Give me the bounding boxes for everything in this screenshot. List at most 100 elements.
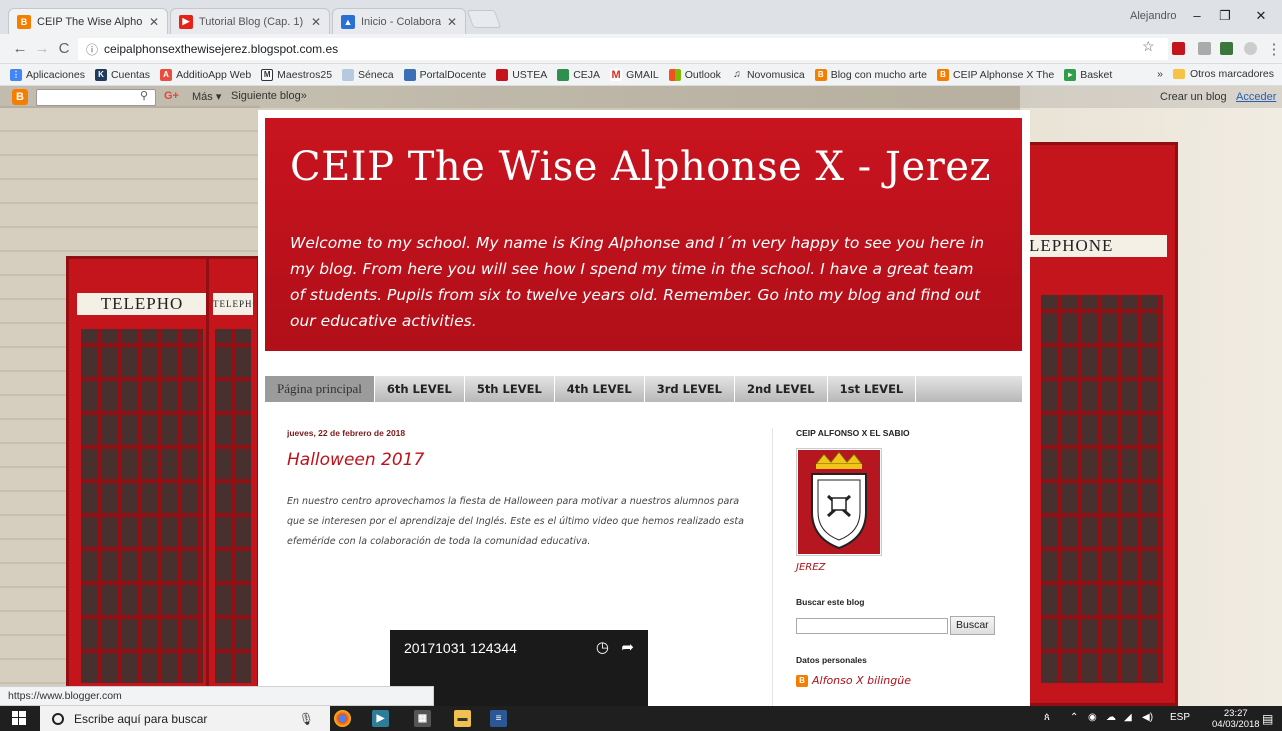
blogger-search-input[interactable]: [36, 89, 156, 106]
extension-icon[interactable]: [1244, 42, 1257, 55]
bookmark-ustea[interactable]: USTEA: [496, 68, 547, 81]
tab-3rd-level[interactable]: 3rd LEVEL: [645, 376, 735, 402]
profile-name[interactable]: Alejandro: [1130, 10, 1176, 22]
post-title[interactable]: Halloween 2017: [287, 450, 747, 470]
blog-search-form: Buscar: [796, 616, 1006, 635]
tab-colabora[interactable]: ▲ Inicio - Colabora ✕: [332, 8, 466, 34]
menu-icon[interactable]: ⋮: [1264, 40, 1282, 58]
profile-link[interactable]: B Alfonso X bilingüe: [796, 674, 1006, 687]
bookmark-novomusica[interactable]: ♫ Novomusica: [730, 68, 805, 81]
bookmark-icon: M: [261, 68, 274, 81]
search-widget-heading: Buscar este blog: [796, 597, 865, 607]
reload-icon[interactable]: C: [54, 40, 74, 57]
chrome-icon[interactable]: [334, 710, 351, 727]
bookmarks-overflow: » Otros marcadores: [1157, 68, 1274, 80]
pages-tabs: Página principal 6th LEVEL 5th LEVEL 4th…: [265, 376, 1022, 402]
blogger-icon: B: [814, 68, 827, 81]
sign-in-link[interactable]: Acceder: [1236, 91, 1276, 103]
notifications-icon[interactable]: ▤: [1262, 712, 1273, 726]
more-bookmarks-button[interactable]: »: [1157, 68, 1163, 80]
tab-blog[interactable]: B CEIP The Wise Alphonse ✕: [8, 8, 168, 34]
music-note-icon: ♫: [730, 68, 743, 81]
create-blog-link[interactable]: Crear un blog: [1160, 91, 1227, 103]
bookmark-blog-arte[interactable]: B Blog con mucho arte: [814, 68, 927, 81]
bookmark-icon: [403, 68, 416, 81]
taskbar-search-input[interactable]: Escribe aquí para buscar 🎙: [40, 706, 330, 731]
document-icon[interactable]: ≡: [490, 710, 507, 727]
bookmark-basket[interactable]: ▸ Basket: [1064, 68, 1112, 81]
minimize-icon[interactable]: –: [1182, 8, 1212, 23]
restore-icon[interactable]: ❐: [1210, 8, 1240, 24]
school-crest-image[interactable]: [796, 448, 882, 556]
youtube-icon: ▶: [179, 14, 193, 29]
close-icon[interactable]: ✕: [447, 15, 457, 29]
back-icon[interactable]: ←: [10, 40, 30, 57]
url-bar[interactable]: ⓘ ceipalphonsexthewisejerez.blogspot.com…: [78, 38, 1168, 60]
app-icon[interactable]: ▶: [372, 710, 389, 727]
antivirus-icon[interactable]: ◉: [1088, 712, 1097, 723]
blogger-navbar: B ⚲ G+ Más ▾ Siguiente blog» Crear un bl…: [0, 86, 1282, 108]
language-indicator[interactable]: ESP: [1170, 712, 1190, 723]
tab-2nd-level[interactable]: 2nd LEVEL: [735, 376, 828, 402]
clock-icon[interactable]: ◷: [596, 639, 609, 656]
tab-tutorial[interactable]: ▶ Tutorial Blog (Cap. 1) Ha ✕: [170, 8, 330, 34]
blogger-icon[interactable]: B: [12, 89, 28, 105]
bookmark-icon: K: [94, 68, 107, 81]
divider: [772, 428, 773, 706]
blog-title[interactable]: CEIP The Wise Alphonse X - Jerez: [290, 144, 991, 190]
bookmark-ceip[interactable]: B CEIP Alphonse X The: [937, 68, 1054, 81]
tab-5th-level[interactable]: 5th LEVEL: [465, 376, 555, 402]
tab-home[interactable]: Página principal: [265, 376, 375, 402]
chevron-up-icon[interactable]: ⌃: [1070, 712, 1078, 723]
forward-icon[interactable]: →: [32, 40, 52, 57]
bookmark-star-icon[interactable]: ☆: [1142, 38, 1155, 55]
bookmark-cuentas[interactable]: K Cuentas: [94, 68, 150, 81]
tab-1st-level[interactable]: 1st LEVEL: [828, 376, 917, 402]
calculator-icon[interactable]: ▦: [414, 710, 431, 727]
people-icon[interactable]: ጰ: [1044, 712, 1050, 723]
bookmark-additio[interactable]: A AdditioApp Web: [160, 68, 251, 81]
bookmark-gmail[interactable]: M GMAIL: [610, 68, 659, 81]
folder-icon: [1172, 69, 1185, 79]
volume-icon[interactable]: ◀): [1142, 712, 1153, 723]
bookmark-ceja[interactable]: CEJA: [557, 68, 600, 81]
blog-search-input[interactable]: [796, 617, 948, 634]
bookmark-outlook[interactable]: Outlook: [668, 68, 721, 81]
video-title[interactable]: 20171031 124344: [404, 640, 517, 656]
extension-icon[interactable]: [1198, 42, 1211, 55]
next-blog-link[interactable]: Siguiente blog»: [231, 90, 307, 102]
url-text: ceipalphonsexthewisejerez.blogspot.com.e…: [104, 42, 339, 56]
search-icon[interactable]: ⚲: [140, 89, 148, 102]
microsoft-icon: [668, 68, 681, 81]
close-icon[interactable]: ✕: [149, 15, 159, 29]
bookmark-maestros25[interactable]: M Maestros25: [261, 68, 332, 81]
share-icon[interactable]: ➦: [621, 639, 634, 656]
file-explorer-icon[interactable]: ▬: [454, 710, 471, 727]
taskbar-clock[interactable]: 23:27 04/03/2018: [1212, 708, 1260, 730]
cloud-icon[interactable]: ☁: [1106, 712, 1116, 723]
tab-6th-level[interactable]: 6th LEVEL: [375, 376, 465, 402]
bookmark-apps[interactable]: ⋮ Aplicaciones: [10, 68, 85, 81]
bookmark-portaldocente[interactable]: PortalDocente: [403, 68, 486, 81]
extension-icon[interactable]: [1172, 42, 1185, 55]
new-tab-button[interactable]: [466, 10, 502, 28]
school-widget-heading: CEIP ALFONSO X EL SABIO: [796, 428, 910, 438]
post: jueves, 22 de febrero de 2018 Halloween …: [287, 428, 747, 552]
microphone-icon[interactable]: 🎙: [299, 712, 314, 726]
more-menu[interactable]: Más ▾: [192, 90, 221, 103]
apps-grid-icon: ⋮: [10, 68, 22, 81]
info-icon[interactable]: ⓘ: [86, 41, 98, 58]
google-plus-icon[interactable]: G+: [164, 90, 179, 102]
close-window-icon[interactable]: ✕: [1246, 8, 1276, 24]
bookmark-icon: [342, 68, 355, 81]
gmail-icon: M: [610, 68, 623, 81]
windows-start-icon[interactable]: [12, 711, 26, 725]
bookmark-seneca[interactable]: Séneca: [342, 68, 394, 81]
other-bookmarks-button[interactable]: Otros marcadores: [1190, 68, 1274, 80]
close-icon[interactable]: ✕: [311, 15, 321, 29]
extension-icon[interactable]: [1220, 42, 1233, 55]
wifi-icon[interactable]: ◢: [1124, 712, 1132, 723]
search-button[interactable]: Buscar: [950, 616, 995, 635]
page-viewport: TELEPHO TELEPHONE LEPHONE B ⚲ G+ Más ▾ S…: [0, 86, 1282, 706]
tab-4th-level[interactable]: 4th LEVEL: [555, 376, 645, 402]
